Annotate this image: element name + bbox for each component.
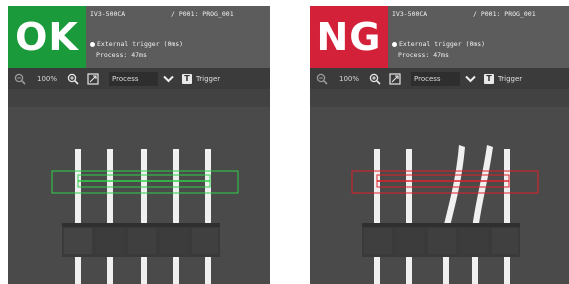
mode-select[interactable]: Process xyxy=(411,71,460,86)
connector-block xyxy=(396,228,424,254)
program-name: / P001: PROG_001 xyxy=(473,10,536,18)
model-name: IV3-500CA xyxy=(90,10,126,18)
zoom-level: 100% xyxy=(339,74,360,83)
connector-block xyxy=(160,228,188,254)
image-shadow-top xyxy=(310,89,569,107)
trigger-button[interactable]: T Trigger xyxy=(182,73,221,84)
connector-pin xyxy=(374,149,380,284)
camera-panel-ng: NG IV3-500CA / P001: PROG_001 External t… xyxy=(310,6,569,284)
connector-pin xyxy=(205,149,211,284)
trigger-button-label: Trigger xyxy=(498,74,523,83)
status-dot-icon xyxy=(392,41,397,47)
connector-pin xyxy=(504,149,510,284)
toolbar: 100% Process T Trigger xyxy=(8,68,270,89)
mode-select[interactable]: Process xyxy=(109,71,158,86)
zoom-in-icon[interactable] xyxy=(65,71,81,87)
toolbar: 100% Process T Trigger xyxy=(310,68,569,89)
trigger-button[interactable]: T Trigger xyxy=(484,73,523,84)
status-header: NG IV3-500CA / P001: PROG_001 External t… xyxy=(310,6,569,68)
chevron-down-icon[interactable] xyxy=(162,71,174,87)
camera-image-svg xyxy=(8,89,270,284)
program-name: / P001: PROG_001 xyxy=(171,10,234,18)
connector-pin xyxy=(173,149,179,284)
fit-screen-icon[interactable] xyxy=(387,71,403,87)
connector-pin xyxy=(107,149,113,284)
fit-screen-icon[interactable] xyxy=(85,71,101,87)
trigger-status-text: External trigger (0ms) xyxy=(399,40,486,48)
connector-housing-edge xyxy=(62,223,220,227)
connector-pin xyxy=(141,149,147,284)
trigger-status: External trigger (0ms) xyxy=(90,40,183,48)
image-shadow-top xyxy=(8,89,270,107)
connector-block xyxy=(428,228,456,254)
trigger-icon: T xyxy=(484,73,494,84)
connector-pin xyxy=(75,149,81,284)
connector-block xyxy=(96,228,124,254)
connector-block xyxy=(128,228,156,254)
model-name: IV3-500CA xyxy=(392,10,428,18)
zoom-level: 100% xyxy=(37,74,58,83)
connector-pin xyxy=(406,149,412,284)
connector-block xyxy=(460,228,488,254)
connector-block xyxy=(492,228,518,254)
connector-block xyxy=(64,228,92,254)
status-header: OK IV3-500CA / P001: PROG_001 External t… xyxy=(8,6,270,68)
trigger-status: External trigger (0ms) xyxy=(392,40,485,48)
zoom-out-icon[interactable] xyxy=(314,71,330,87)
status-dot-icon xyxy=(90,41,95,47)
camera-image-svg xyxy=(310,89,569,284)
trigger-icon: T xyxy=(182,73,192,84)
zoom-in-icon[interactable] xyxy=(367,71,383,87)
result-badge: OK xyxy=(8,6,86,68)
process-time: Process: 47ms xyxy=(96,51,147,59)
camera-image xyxy=(310,89,569,284)
result-badge: NG xyxy=(310,6,388,68)
connector-block xyxy=(364,228,392,254)
connector-housing-edge xyxy=(362,223,520,227)
connector-block xyxy=(192,228,218,254)
chevron-down-icon[interactable] xyxy=(464,71,476,87)
trigger-button-label: Trigger xyxy=(196,74,221,83)
camera-panel-ok: OK IV3-500CA / P001: PROG_001 External t… xyxy=(8,6,270,284)
zoom-out-icon[interactable] xyxy=(12,71,28,87)
camera-image xyxy=(8,89,270,284)
trigger-status-text: External trigger (0ms) xyxy=(97,40,184,48)
process-time: Process: 47ms xyxy=(398,51,449,59)
